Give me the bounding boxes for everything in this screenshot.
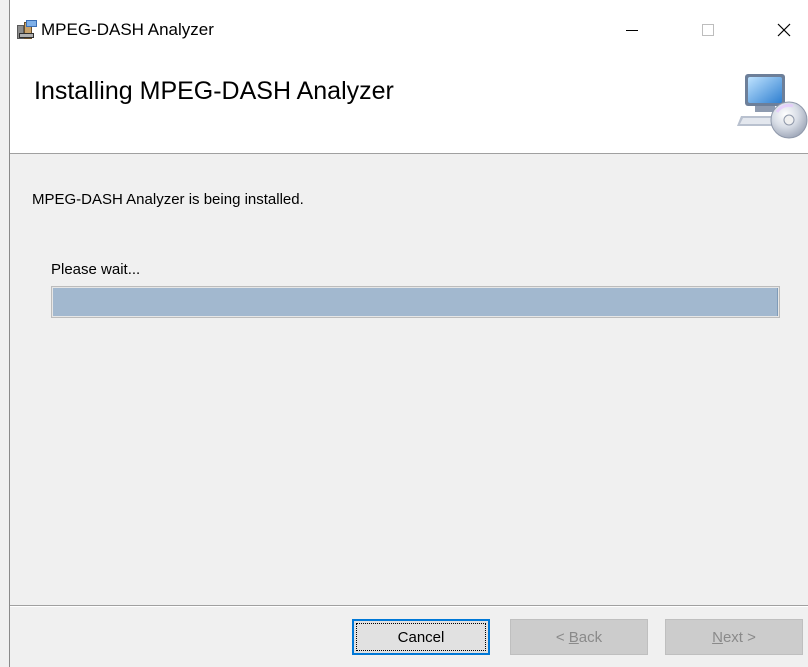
next-button-suffix: > (742, 628, 756, 646)
back-button-prefix: < (555, 628, 569, 646)
next-button[interactable]: Next > (665, 619, 803, 655)
computer-cd-icon (737, 74, 808, 139)
close-button[interactable] (762, 13, 806, 47)
focus-ring (356, 623, 486, 651)
close-icon (777, 23, 791, 37)
minimize-button[interactable] (610, 13, 654, 47)
wait-text: Please wait... (51, 261, 141, 278)
header-banner: Installing MPEG-DASH Analyzer (10, 58, 808, 154)
window-title: MPEG-DASH Analyzer (41, 20, 214, 39)
maximize-button[interactable] (686, 13, 730, 47)
progress-bar (51, 286, 780, 318)
cancel-button[interactable]: Cancel (352, 619, 490, 655)
progress-fill (53, 288, 778, 316)
installer-window: MPEG-DASH Analyzer Installing MPEG-DASH … (9, 0, 808, 667)
maximize-icon (702, 24, 714, 36)
back-button[interactable]: < Back (510, 619, 648, 655)
back-button-rest: ack (578, 628, 603, 646)
footer-divider (10, 605, 808, 607)
page-title: Installing MPEG-DASH Analyzer (34, 77, 394, 105)
installer-package-icon (17, 20, 37, 39)
title-bar[interactable]: MPEG-DASH Analyzer (10, 0, 808, 58)
next-button-rest: ext (722, 628, 743, 646)
minimize-icon (626, 30, 638, 31)
status-text: MPEG-DASH Analyzer is being installed. (32, 191, 304, 208)
back-button-mnemonic: B (568, 628, 579, 646)
next-button-mnemonic: N (712, 628, 723, 646)
